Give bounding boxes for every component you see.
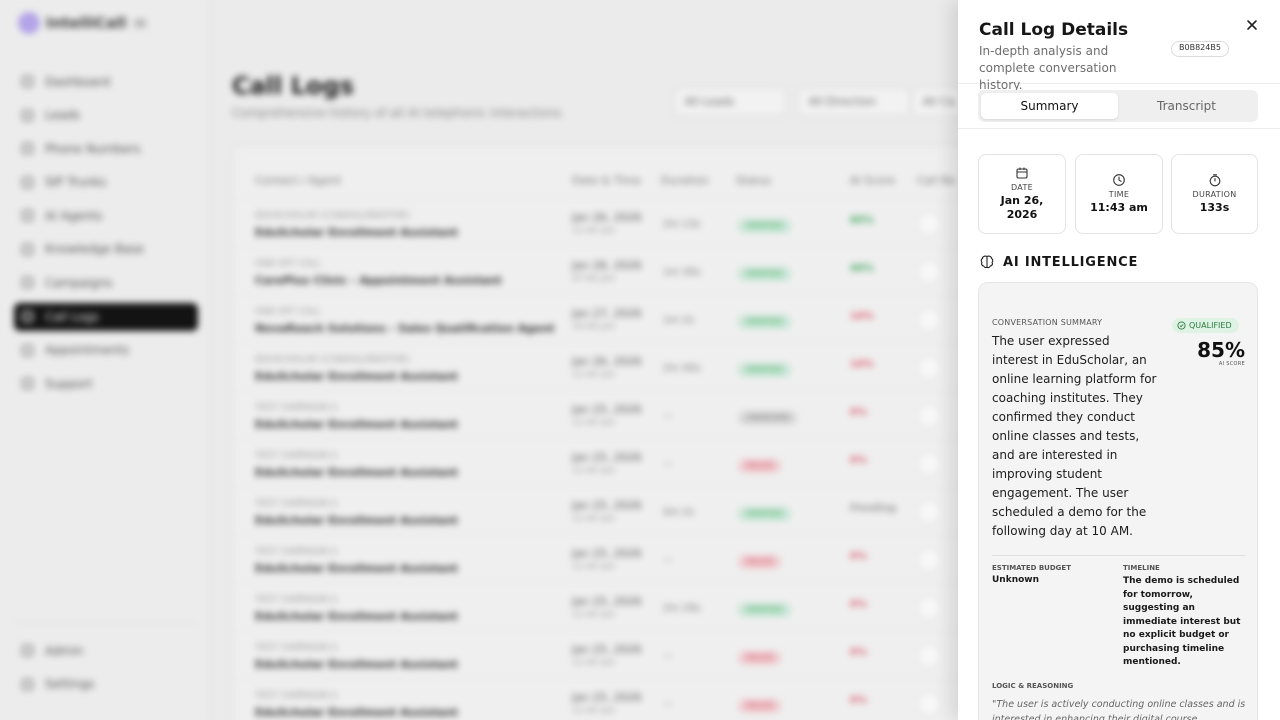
date-label: DATE: [1010, 183, 1033, 192]
drawer-tabs: Summary Transcript: [978, 90, 1258, 122]
duration-card: DURATION 133s: [1171, 154, 1258, 234]
close-icon[interactable]: [1243, 17, 1261, 35]
logic-reasoning-label: LOGIC & REASONING: [992, 682, 1074, 690]
logic-reasoning-text: "The user is actively conducting online …: [992, 699, 1246, 720]
clock-icon: [1113, 174, 1125, 186]
check-circle-icon: [1177, 321, 1186, 330]
call-id-badge: B0B824B5: [1171, 41, 1229, 57]
conversation-summary-text: The user expressed interest in EduSchola…: [992, 334, 1157, 538]
date-card: DATE Jan 26, 2026: [978, 154, 1066, 234]
tabs-divider: [958, 128, 1280, 129]
calendar-icon: [1016, 167, 1028, 179]
brain-icon: [980, 255, 994, 269]
drawer-title: Call Log Details: [979, 20, 1129, 40]
ai-score-label: AI SCORE: [1218, 361, 1245, 367]
estimated-budget-value: Unknown: [992, 575, 1040, 585]
ai-intelligence-header: AI INTELLIGENCE: [979, 254, 1138, 270]
timeline-label: TIMELINE: [1123, 564, 1160, 572]
date-value: Jan 26, 2026: [1000, 194, 1044, 221]
call-log-details-drawer: Call Log Details In-depth analysis and c…: [958, 0, 1280, 720]
duration-label: DURATION: [1192, 190, 1237, 199]
ai-score-value: 85%: [1197, 338, 1245, 362]
time-card: TIME 11:43 am: [1075, 154, 1163, 234]
estimated-budget-label: ESTIMATED BUDGET: [992, 564, 1071, 572]
drawer-header: Call Log Details In-depth analysis and c…: [958, 0, 1280, 92]
drawer-subtitle: In-depth analysis and complete conversat…: [979, 44, 1117, 92]
conversation-summary-label: CONVERSATION SUMMARY: [992, 318, 1103, 327]
timeline-value: The demo is scheduled for tomorrow, sugg…: [1123, 576, 1241, 667]
ai-intelligence-panel: CONVERSATION SUMMARY The user expressed …: [978, 282, 1258, 720]
qualified-badge: QUALIFIED: [1172, 318, 1239, 333]
timer-icon: [1209, 174, 1220, 187]
time-value: 11:43 am: [1090, 201, 1148, 214]
panel-divider: [992, 555, 1246, 556]
ai-intelligence-title: AI INTELLIGENCE: [1003, 254, 1139, 270]
qualified-label: QUALIFIED: [1189, 321, 1232, 330]
tab-transcript[interactable]: Transcript: [1118, 93, 1255, 119]
time-label: TIME: [1108, 190, 1130, 199]
tab-summary[interactable]: Summary: [981, 93, 1118, 119]
duration-value: 133s: [1199, 201, 1230, 214]
